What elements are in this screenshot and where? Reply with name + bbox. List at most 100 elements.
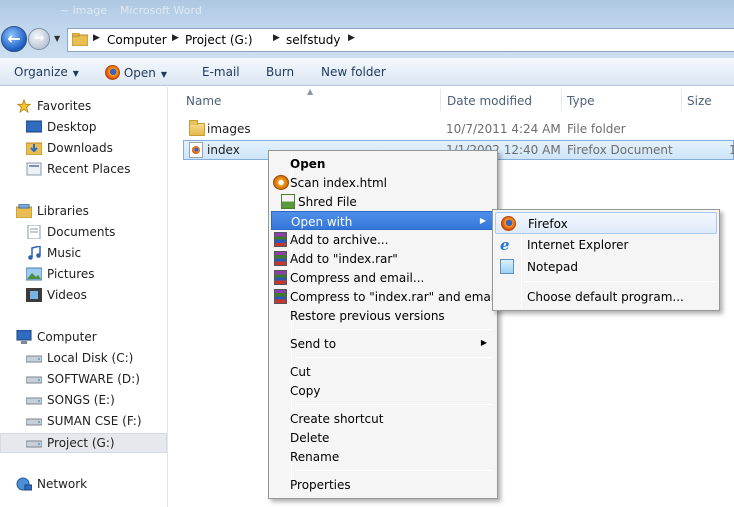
nav-desktop[interactable]: Desktop (26, 118, 156, 138)
menu-item-cut[interactable]: Cut (271, 362, 495, 381)
nav-recent-places[interactable]: Recent Places (26, 160, 156, 180)
nav-favorites[interactable]: Favorites (16, 97, 156, 117)
drive-icon (26, 355, 42, 363)
file-type: File folder (567, 122, 626, 136)
network-icon (16, 477, 32, 491)
organize-button[interactable]: Organize ▼ (14, 65, 79, 79)
open-with-internet-explorer[interactable]: e Internet Explorer (495, 234, 717, 256)
menu-item-label: Compress to "index.rar" and email (290, 290, 498, 304)
new-folder-button[interactable]: New folder (321, 65, 386, 79)
address-row: ← → ▼ ▶ Computer ▶ Project (G:) ▶ selfst… (0, 22, 734, 58)
menu-item-label: Compress and email... (290, 271, 425, 285)
column-header-type[interactable]: Type (561, 87, 681, 113)
menu-item-label: Properties (290, 478, 351, 492)
arrow-right-icon: → (33, 31, 45, 46)
menu-item-delete[interactable]: Delete (271, 428, 495, 447)
menu-item-compress-and-email[interactable]: Compress and email... (271, 268, 495, 287)
winrar-icon (274, 232, 287, 247)
menu-item-label: Open with (291, 215, 353, 229)
back-button[interactable]: ← (1, 26, 27, 52)
videos-icon (26, 288, 42, 302)
menu-item-send-to[interactable]: Send to ▶ (271, 334, 495, 353)
menu-item-scan[interactable]: Scan index.html (271, 173, 495, 192)
menu-item-open-with[interactable]: Open with ▶ (271, 211, 495, 230)
nav-songs-e[interactable]: SONGS (E:) (26, 391, 156, 411)
menu-item-rename[interactable]: Rename (271, 447, 495, 466)
menu-item-label: Internet Explorer (527, 238, 629, 252)
nav-suman-cse-f[interactable]: SUMAN CSE (F:) (26, 412, 156, 432)
recent-pages-dropdown[interactable]: ▼ (54, 34, 60, 43)
folder-icon (189, 120, 205, 139)
nav-music[interactable]: Music (26, 244, 156, 264)
menu-item-label: Rename (290, 450, 340, 464)
downloads-folder-icon (26, 142, 42, 155)
breadcrumb-selfstudy[interactable]: selfstudy (286, 33, 340, 47)
arrow-left-icon: ← (7, 29, 21, 48)
menu-item-open[interactable]: Open (271, 154, 495, 173)
menu-separator (295, 329, 493, 330)
nav-videos[interactable]: Videos (26, 286, 156, 306)
nav-label: Music (47, 246, 82, 260)
menu-item-label: Notepad (527, 260, 578, 274)
breadcrumb-arrow-icon[interactable]: ▶ (273, 33, 280, 43)
menu-item-properties[interactable]: Properties (271, 475, 495, 494)
nav-downloads[interactable]: Downloads (26, 139, 156, 159)
breadcrumb-computer[interactable]: Computer (107, 33, 167, 47)
nav-documents[interactable]: Documents (26, 223, 156, 243)
nav-label: Favorites (37, 99, 92, 113)
breadcrumb-arrow-icon[interactable]: ▶ (348, 33, 355, 43)
chevron-down-icon: ▼ (72, 69, 79, 78)
breadcrumb-project[interactable]: Project (G:) (185, 33, 253, 47)
nav-computer[interactable]: Computer (16, 328, 156, 348)
file-row-images[interactable]: images 10/7/2011 4:24 AM File folder (183, 119, 734, 139)
breadcrumb-arrow-icon[interactable]: ▶ (93, 33, 100, 43)
menu-item-label: Add to "index.rar" (290, 252, 398, 266)
menu-item-copy[interactable]: Copy (271, 381, 495, 400)
nav-libraries[interactable]: Libraries (16, 202, 156, 222)
nav-network[interactable]: Network (16, 475, 156, 495)
nav-label: Libraries (37, 204, 89, 218)
nav-local-disk-c[interactable]: Local Disk (C:) (26, 349, 156, 369)
nav-label: Downloads (47, 141, 113, 155)
menu-item-shred-file[interactable]: Shred File (271, 192, 495, 211)
nav-software-d[interactable]: SOFTWARE (D:) (26, 370, 156, 390)
drive-icon (26, 418, 42, 426)
menu-item-restore-previous-versions[interactable]: Restore previous versions (271, 306, 495, 325)
open-with-choose-default-program[interactable]: Choose default program... (495, 286, 717, 308)
firefox-icon (501, 216, 516, 231)
menu-item-compress-to-rar-and-email[interactable]: Compress to "index.rar" and email (271, 287, 498, 306)
forward-button[interactable]: → (28, 28, 50, 50)
menu-item-add-to-archive[interactable]: Add to archive... (271, 230, 495, 249)
column-header-size[interactable]: Size (681, 87, 734, 113)
breadcrumb-arrow-icon[interactable]: ▶ (172, 33, 179, 43)
open-label: Open (123, 66, 156, 80)
menu-item-label: Shred File (298, 195, 357, 209)
address-bar[interactable]: ▶ Computer ▶ Project (G:) ▶ selfstudy ▶ (67, 28, 734, 52)
nav-label: Project (G:) (47, 436, 115, 450)
nav-pictures[interactable]: Pictures (26, 265, 156, 285)
menu-item-add-to-rar[interactable]: Add to "index.rar" (271, 249, 495, 268)
nav-label: Computer (37, 330, 97, 344)
open-with-firefox[interactable]: Firefox (495, 212, 717, 234)
ghost-window-title: ~ image (60, 4, 107, 17)
nav-label: Documents (47, 225, 116, 239)
open-with-notepad[interactable]: Notepad (495, 256, 717, 278)
column-header-date-modified[interactable]: Date modified (441, 87, 561, 113)
chevron-down-icon: ▼ (160, 70, 168, 79)
column-header-name[interactable]: Name (180, 87, 440, 113)
open-button[interactable]: Open ▼ (105, 65, 167, 80)
nav-label: Network (37, 477, 88, 491)
nav-project-g[interactable]: Project (G:) (0, 433, 167, 453)
command-bar: Organize ▼ Open ▼ E-mail Burn New folder (0, 58, 734, 86)
winrar-icon (274, 270, 287, 285)
menu-item-label: Delete (290, 431, 330, 445)
burn-button[interactable]: Burn (266, 65, 294, 79)
open-with-submenu: Firefox e Internet Explorer Notepad Choo… (492, 209, 720, 311)
email-button[interactable]: E-mail (202, 65, 240, 79)
file-date-modified: 10/7/2011 4:24 AM (446, 122, 561, 136)
shredder-icon (281, 194, 295, 209)
computer-icon (16, 330, 32, 344)
menu-item-create-shortcut[interactable]: Create shortcut (271, 409, 495, 428)
file-name: index (207, 143, 240, 157)
menu-item-label: Firefox (528, 217, 568, 231)
